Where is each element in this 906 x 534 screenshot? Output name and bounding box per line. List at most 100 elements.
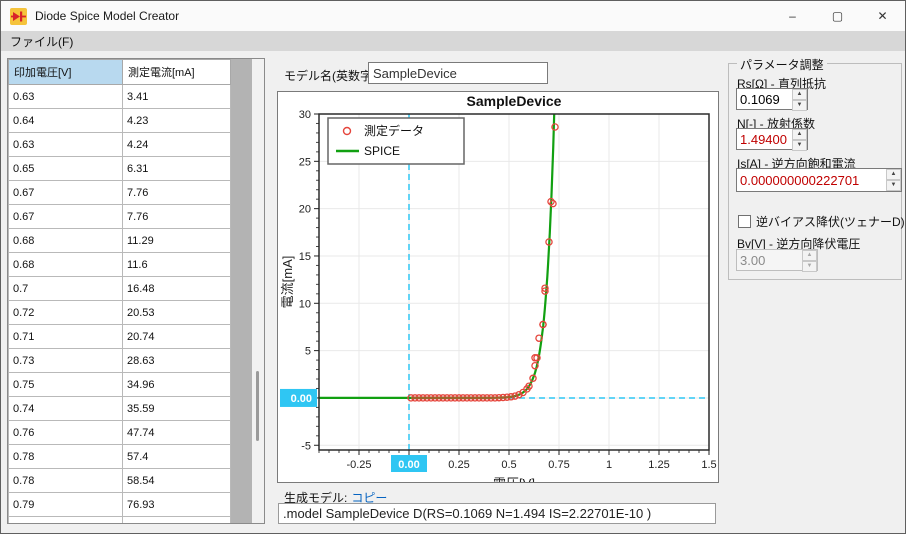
- data-grid-body: 0.633.410.644.230.634.240.656.310.677.76…: [8, 85, 231, 524]
- svg-text:電圧[V]: 電圧[V]: [493, 476, 535, 482]
- cell-current[interactable]: 16.48: [123, 277, 231, 301]
- table-scrollbar[interactable]: [252, 59, 264, 523]
- svg-text:1.5: 1.5: [701, 459, 716, 471]
- is-value[interactable]: [737, 173, 886, 188]
- cell-current[interactable]: 7.76: [123, 205, 231, 229]
- svg-text:0.5: 0.5: [501, 459, 516, 471]
- close-button[interactable]: ✕: [860, 1, 905, 31]
- bv-spinner: ▲ ▼: [736, 249, 818, 271]
- is-spinner[interactable]: ▲ ▼: [736, 168, 902, 192]
- scrollbar-thumb[interactable]: [256, 371, 259, 441]
- n-up-arrow-icon[interactable]: ▲: [792, 129, 807, 140]
- maximize-button[interactable]: ▢: [815, 1, 860, 31]
- iv-chart-svg[interactable]: -0.250.000.250.50.7511.251.5-50.00510152…: [278, 92, 718, 482]
- table-row: 0.656.31: [8, 157, 231, 181]
- table-row: 0.7857.4: [8, 445, 231, 469]
- is-up-arrow-icon[interactable]: ▲: [886, 169, 901, 180]
- cell-voltage[interactable]: 0.73: [8, 349, 123, 373]
- rs-down-arrow-icon[interactable]: ▼: [792, 100, 807, 111]
- cell-voltage[interactable]: 0.67: [8, 181, 123, 205]
- cell-current[interactable]: [123, 517, 231, 524]
- cell-current[interactable]: 11.6: [123, 253, 231, 277]
- zener-checkbox-row: 逆バイアス降伏(ツェナーD): [738, 213, 905, 230]
- svg-text:15: 15: [299, 251, 311, 263]
- cell-voltage[interactable]: 0.64: [8, 109, 123, 133]
- svg-text:測定データ: 測定データ: [364, 123, 424, 138]
- measurement-grid: 印加電圧[V] 測定電流[mA] 0.633.410.644.230.634.2…: [8, 59, 231, 523]
- parameter-group-title: パラメータ調整: [737, 56, 827, 73]
- n-down-arrow-icon[interactable]: ▼: [792, 140, 807, 151]
- rs-up-arrow-icon[interactable]: ▲: [792, 89, 807, 100]
- svg-text:SPICE: SPICE: [364, 144, 400, 158]
- table-row: 0.633.41: [8, 85, 231, 109]
- is-down-arrow-icon[interactable]: ▼: [886, 180, 901, 191]
- cell-voltage[interactable]: 0.78: [8, 469, 123, 493]
- table-row: 0.716.48: [8, 277, 231, 301]
- table-row: 0.644.23: [8, 109, 231, 133]
- cell-current[interactable]: 28.63: [123, 349, 231, 373]
- cell-voltage[interactable]: 0.63: [8, 133, 123, 157]
- cell-current[interactable]: 20.74: [123, 325, 231, 349]
- n-spinner[interactable]: ▲ ▼: [736, 128, 808, 150]
- model-name-input[interactable]: [368, 62, 548, 84]
- svg-text:-5: -5: [301, 440, 311, 452]
- cell-voltage[interactable]: 0.63: [8, 85, 123, 109]
- cell-voltage[interactable]: 0.76: [8, 421, 123, 445]
- window-title: Diode Spice Model Creator: [35, 9, 179, 23]
- generated-model-input[interactable]: [278, 503, 716, 524]
- table-row: 0.7328.63: [8, 349, 231, 373]
- menu-file[interactable]: ファイル(F): [1, 31, 82, 51]
- cell-current[interactable]: 58.54: [123, 469, 231, 493]
- table-row: 0.6811.29: [8, 229, 231, 253]
- cell-current[interactable]: 6.31: [123, 157, 231, 181]
- cell-current[interactable]: 4.24: [123, 133, 231, 157]
- table-row: 0.7120.74: [8, 325, 231, 349]
- cell-current[interactable]: 20.53: [123, 301, 231, 325]
- cell-voltage[interactable]: 0.71: [8, 325, 123, 349]
- cell-voltage[interactable]: 0.79: [8, 493, 123, 517]
- svg-text:20: 20: [299, 204, 311, 216]
- iv-chart[interactable]: -0.250.000.250.50.7511.251.5-50.00510152…: [277, 91, 719, 483]
- rs-value[interactable]: [737, 92, 792, 107]
- cell-current[interactable]: 3.41: [123, 85, 231, 109]
- zener-checkbox[interactable]: [738, 215, 751, 228]
- cell-voltage[interactable]: 0.75: [8, 373, 123, 397]
- cell-current[interactable]: 34.96: [123, 373, 231, 397]
- n-value[interactable]: [737, 132, 792, 147]
- column-header-current[interactable]: 測定電流[mA]: [123, 59, 231, 85]
- minimize-button[interactable]: –: [770, 1, 815, 31]
- cell-voltage[interactable]: 0.7: [8, 277, 123, 301]
- svg-text:30: 30: [299, 109, 311, 121]
- title-bar: Diode Spice Model Creator – ▢ ✕: [1, 1, 905, 31]
- cell-voltage[interactable]: 0.67: [8, 205, 123, 229]
- cell-current[interactable]: 57.4: [123, 445, 231, 469]
- table-row: 0.634.24: [8, 133, 231, 157]
- table-row: 0.677.76: [8, 205, 231, 229]
- cell-voltage[interactable]: [8, 517, 123, 524]
- cell-voltage[interactable]: 0.72: [8, 301, 123, 325]
- table-row: 0.7534.96: [8, 373, 231, 397]
- cell-voltage[interactable]: 0.68: [8, 229, 123, 253]
- cell-voltage[interactable]: 0.78: [8, 445, 123, 469]
- svg-text:-0.25: -0.25: [346, 459, 371, 471]
- cell-voltage[interactable]: 0.65: [8, 157, 123, 181]
- svg-text:1.25: 1.25: [648, 459, 669, 471]
- zener-checkbox-label: 逆バイアス降伏(ツェナーD): [756, 213, 905, 230]
- cell-voltage[interactable]: 0.68: [8, 253, 123, 277]
- app-icon: [10, 8, 27, 25]
- cell-current[interactable]: 7.76: [123, 181, 231, 205]
- bv-down-arrow-icon: ▼: [802, 261, 817, 272]
- cell-current[interactable]: 4.23: [123, 109, 231, 133]
- rs-spinner[interactable]: ▲ ▼: [736, 88, 808, 110]
- cell-voltage[interactable]: 0.74: [8, 397, 123, 421]
- cell-current[interactable]: 76.93: [123, 493, 231, 517]
- grid-filler: [231, 59, 252, 523]
- cell-current[interactable]: 35.59: [123, 397, 231, 421]
- cell-current[interactable]: 11.29: [123, 229, 231, 253]
- cell-current[interactable]: 47.74: [123, 421, 231, 445]
- svg-text:5: 5: [305, 346, 311, 358]
- table-row: [8, 517, 231, 524]
- column-header-voltage[interactable]: 印加電圧[V]: [8, 59, 123, 85]
- svg-text:0.00: 0.00: [291, 393, 312, 405]
- app-window: Diode Spice Model Creator – ▢ ✕ ファイル(F) …: [0, 0, 906, 534]
